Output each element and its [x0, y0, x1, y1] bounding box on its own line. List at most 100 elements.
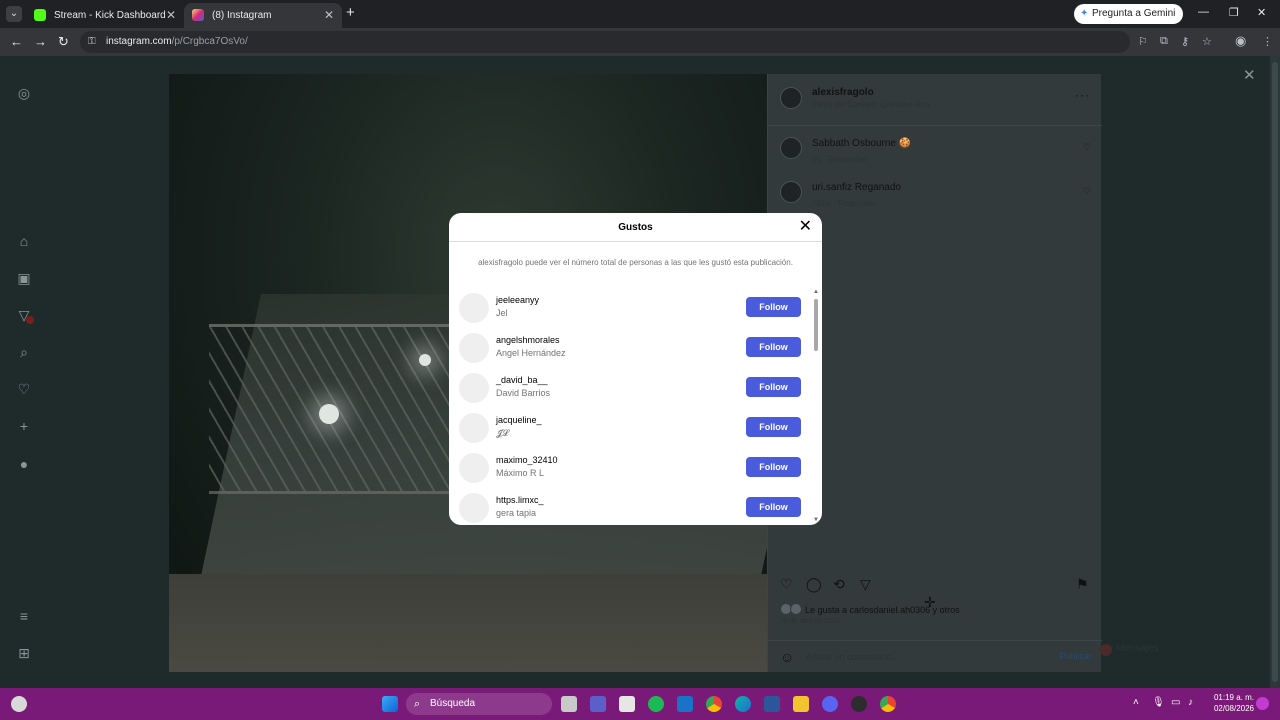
task-view-icon[interactable]	[561, 696, 577, 712]
comment-author[interactable]: uri.sanfiz Reganado	[812, 182, 901, 193]
home-icon[interactable]: ⌂	[16, 233, 32, 249]
post-location[interactable]: Playa del Carmen, Quintana Roo	[812, 100, 929, 109]
screenshot-icon[interactable]: ⧉	[1160, 35, 1168, 48]
likes-scrollbar[interactable]: ▲ ▼	[813, 289, 819, 523]
heart-icon[interactable]: ♡	[16, 381, 32, 398]
chrome-icon[interactable]	[706, 696, 722, 712]
liker-username[interactable]: https.limxc_	[496, 495, 544, 505]
password-key-icon[interactable]: ⚷	[1181, 35, 1189, 48]
comment-like-icon[interactable]: ♡	[1083, 142, 1091, 153]
avatar[interactable]	[459, 493, 489, 523]
close-post-icon[interactable]: ✕	[1243, 66, 1256, 84]
obs-icon[interactable]	[851, 696, 867, 712]
search-icon[interactable]: ⌕	[16, 344, 32, 361]
messages-pill[interactable]: Mensajes	[1100, 640, 1270, 660]
avatar[interactable]	[459, 453, 489, 483]
discord-icon[interactable]	[822, 696, 838, 712]
profile-avatar-icon[interactable]: ●	[16, 456, 32, 472]
likes-scrollbar-thumb[interactable]	[814, 299, 818, 351]
share-icon[interactable]: ▽	[860, 576, 871, 593]
avatar[interactable]	[459, 333, 489, 363]
liker-username[interactable]: jeeleeanyy	[496, 295, 539, 305]
avatar[interactable]	[459, 293, 489, 323]
repost-icon[interactable]: ⟲	[833, 576, 845, 593]
translate-icon[interactable]: ⚐	[1138, 35, 1148, 48]
avatar[interactable]	[459, 413, 489, 443]
post-author[interactable]: alexisfragolo	[812, 87, 874, 98]
address-bar[interactable]: ⚿ instagram.com/p/Crgbca7OsVo/	[80, 31, 1130, 53]
gemini-button[interactable]: Pregunta a Gemini	[1074, 4, 1184, 24]
reels-icon[interactable]: ▣	[16, 270, 32, 287]
file-explorer-icon[interactable]	[793, 696, 809, 712]
emoji-icon[interactable]: ☺	[780, 649, 794, 665]
taskbar-search[interactable]: ⌕ Búsqueda	[406, 693, 552, 715]
system-clock[interactable]: 01:19 a. m. 02/08/2026	[1204, 692, 1254, 714]
bookmark-star-icon[interactable]: ☆	[1202, 35, 1212, 48]
apps-icon[interactable]: ⊞	[16, 645, 32, 662]
follow-button[interactable]: Follow	[746, 297, 801, 317]
close-icon[interactable]: ✕	[799, 218, 812, 236]
tab-kick-dashboard[interactable]: Stream - Kick Dashboard ✕	[26, 3, 184, 28]
follow-button[interactable]: Follow	[746, 337, 801, 357]
comment-input[interactable]	[806, 650, 1046, 664]
back-button[interactable]: ←	[10, 34, 23, 49]
store-icon[interactable]	[619, 696, 635, 712]
comment-like-icon[interactable]: ♡	[1083, 186, 1091, 197]
commenter-avatar[interactable]	[780, 181, 802, 203]
site-info-icon[interactable]: ⚿	[88, 31, 96, 53]
save-icon[interactable]: ⚑	[1076, 576, 1089, 593]
instagram-logo-icon[interactable]: ◎	[16, 85, 32, 102]
spotify-icon[interactable]	[648, 696, 664, 712]
network-icon[interactable]: ▭	[1171, 697, 1180, 708]
publish-button[interactable]: Publicar	[1059, 651, 1092, 661]
liker-username[interactable]: jacqueline_	[496, 415, 542, 425]
follow-button[interactable]: Follow	[746, 417, 801, 437]
follow-button[interactable]: Follow	[746, 457, 801, 477]
comment-meta[interactable]: 181w · Responder	[812, 199, 877, 208]
edge-icon[interactable]	[735, 696, 751, 712]
reload-button[interactable]: ↻	[58, 34, 69, 50]
maximize-button[interactable]: ❐	[1229, 6, 1239, 19]
commenter-avatar[interactable]	[780, 137, 802, 159]
liker-username[interactable]: maximo_32410	[496, 455, 558, 465]
scroll-up-icon[interactable]: ▲	[813, 289, 819, 295]
close-window-button[interactable]: ✕	[1257, 6, 1266, 19]
tray-overflow-icon[interactable]: ˄	[1133, 697, 1139, 708]
more-menu-icon[interactable]: ≡	[16, 608, 32, 624]
likes-summary[interactable]: Le gusta a carlosdaniel.ah0306 y otros	[805, 605, 960, 615]
forward-button[interactable]: →	[34, 34, 47, 49]
author-avatar[interactable]	[780, 87, 802, 109]
scroll-down-icon[interactable]: ▼	[813, 517, 819, 523]
liker-username[interactable]: angelshmorales	[496, 335, 560, 345]
chrome-active-icon[interactable]	[880, 696, 896, 712]
teams-icon[interactable]	[590, 696, 606, 712]
close-tab-icon[interactable]: ✕	[324, 3, 334, 28]
list-item: _david_ba__ David Barrios Follow	[449, 371, 811, 411]
windows-start-icon[interactable]	[382, 696, 398, 712]
page-scrollbar[interactable]	[1270, 56, 1280, 688]
widgets-icon[interactable]	[11, 696, 27, 712]
follow-button[interactable]: Follow	[746, 497, 801, 517]
like-icon[interactable]: ♡	[780, 576, 793, 593]
microphone-icon[interactable]: 🎙	[1152, 697, 1165, 708]
new-tab-button[interactable]: +	[346, 4, 355, 21]
tab-instagram[interactable]: (8) Instagram ✕	[184, 3, 342, 28]
volume-icon[interactable]: ♪	[1188, 697, 1193, 708]
follow-button[interactable]: Follow	[746, 377, 801, 397]
avatar[interactable]	[459, 373, 489, 403]
comment-meta[interactable]: 2s · Responder	[812, 155, 867, 164]
close-tab-icon[interactable]: ✕	[166, 3, 176, 28]
more-options-icon[interactable]: ···	[1075, 88, 1090, 102]
comment-icon[interactable]: ◯	[806, 576, 822, 593]
page-scrollbar-thumb[interactable]	[1272, 62, 1278, 682]
profile-icon[interactable]: ◉	[1235, 33, 1246, 49]
tab-search-button[interactable]: ⌄	[6, 6, 22, 22]
mail-icon[interactable]	[677, 696, 693, 712]
minimize-button[interactable]: —	[1198, 6, 1209, 18]
liker-username[interactable]: _david_ba__	[496, 375, 548, 385]
comment-author[interactable]: Sabbath Osbourne 🍪	[812, 138, 911, 149]
create-icon[interactable]: +	[16, 418, 32, 434]
copilot-icon[interactable]	[1256, 697, 1269, 710]
chrome-menu-icon[interactable]: ⋮	[1262, 35, 1273, 48]
word-icon[interactable]	[764, 696, 780, 712]
